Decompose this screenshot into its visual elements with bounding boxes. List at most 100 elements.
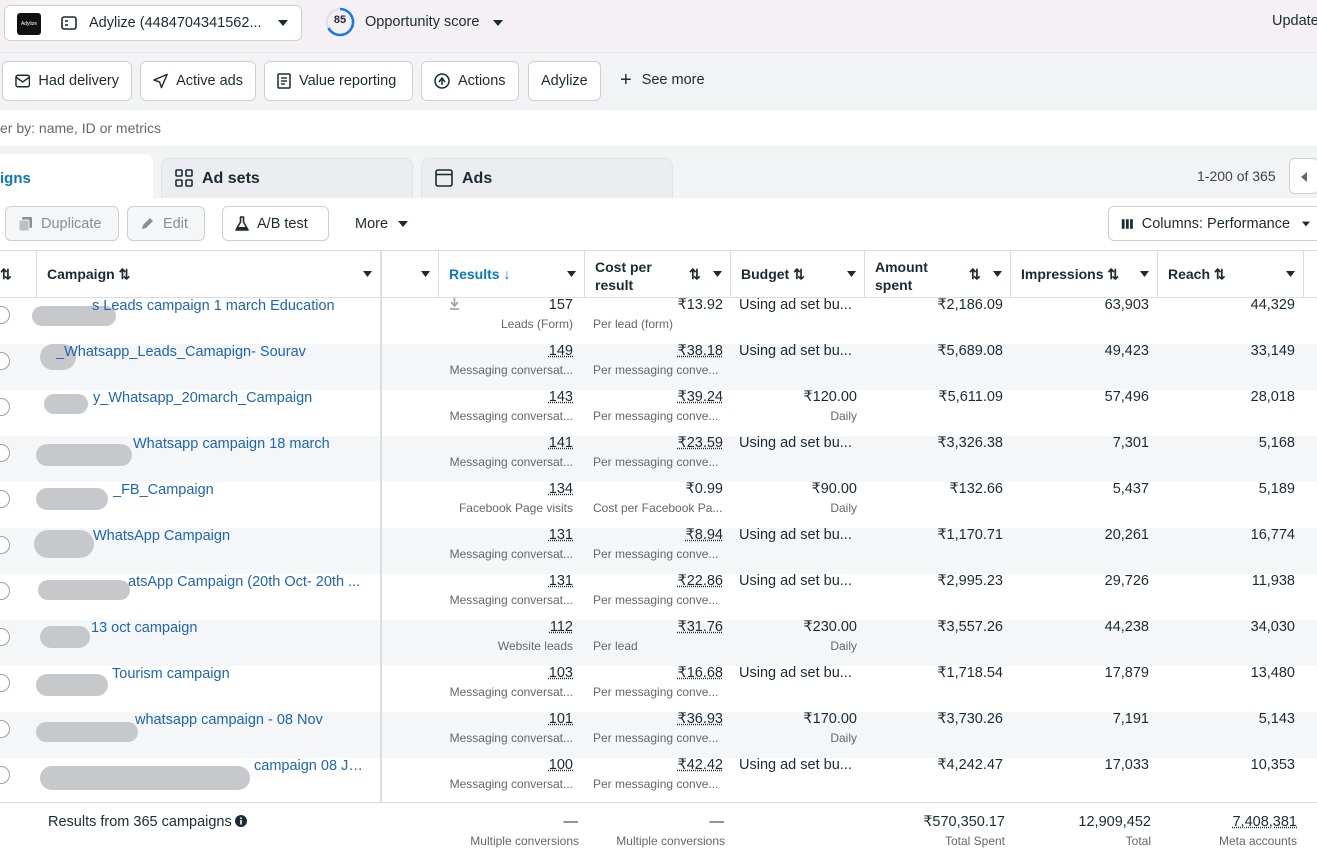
column-header-campaign[interactable]: Campaign ⇅ (36, 251, 380, 298)
cost-per-result-value[interactable]: ₹38.18 (677, 343, 723, 359)
results-value[interactable]: 141 (549, 435, 573, 451)
tab-ads-label: Ads (462, 170, 493, 187)
campaign-name-link[interactable]: s Leads campaign 1 march Education (92, 298, 368, 314)
campaign-name-link[interactable]: atsApp Campaign (20th Oct- 20th ... (128, 574, 368, 590)
cost-per-result-value[interactable]: ₹23.59 (677, 435, 723, 451)
table-row[interactable]: 13 oct campaign 112 Website leads ₹31.76 Per… (0, 619, 1317, 666)
table-row[interactable]: Tourism campaign 103 Messaging conversat..… (0, 665, 1317, 712)
account-selector[interactable]: Adylize Adylize (4484704341562... (4, 5, 302, 41)
results-value[interactable]: 112 (550, 619, 573, 635)
row-select-radio[interactable] (0, 444, 10, 462)
tab-campaigns[interactable]: igns (0, 154, 153, 199)
table-row[interactable]: WhatsApp Campaign 131 Messaging conversat.… (0, 527, 1317, 574)
row-select-radio[interactable] (0, 490, 10, 508)
campaign-name-link[interactable]: _FB_Campaign (113, 482, 368, 498)
tab-ad-sets[interactable]: Ad sets (161, 158, 413, 198)
campaign-name-link[interactable]: 13 oct campaign (91, 620, 368, 636)
column-header-results[interactable]: Results ↓ (438, 251, 584, 298)
row-select-radio[interactable] (0, 536, 10, 554)
chevron-down-icon[interactable] (1286, 271, 1295, 278)
column-header-next[interactable] (1303, 251, 1317, 298)
cost-per-result-value[interactable]: ₹8.94 (686, 527, 723, 543)
chip-had-delivery[interactable]: Had delivery (2, 61, 132, 101)
row-select-radio[interactable] (0, 398, 10, 416)
results-value[interactable]: 131 (549, 527, 573, 543)
cost-per-result-value[interactable]: ₹16.68 (677, 665, 723, 681)
table-row[interactable]: y_Whatsapp_20march_Campaign 143 Messaging … (0, 389, 1317, 436)
row-select-radio[interactable] (0, 720, 10, 738)
row-select-radio[interactable] (0, 674, 10, 692)
results-value[interactable]: 103 (549, 665, 573, 681)
table-row[interactable]: Whatsapp campaign 18 march 141 Messaging c… (0, 435, 1317, 482)
column-header-delivery[interactable] (382, 251, 438, 298)
cost-per-result-value[interactable]: ₹31.76 (677, 619, 723, 635)
results-value[interactable]: 149 (549, 343, 573, 359)
budget-type: Daily (830, 731, 857, 745)
campaign-name-link[interactable]: WhatsApp Campaign (93, 528, 368, 544)
duplicate-button[interactable]: Duplicate (5, 206, 119, 241)
search-input-placeholder[interactable]: er by: name, ID or metrics (0, 120, 161, 136)
row-select-radio[interactable] (0, 582, 10, 600)
chip-value-reporting[interactable]: Value reporting (264, 61, 413, 101)
campaign-name-link[interactable]: Whatsapp campaign 18 march (133, 436, 368, 452)
chevron-down-icon[interactable] (713, 271, 722, 278)
search-filter-bar[interactable]: er by: name, ID or metrics (0, 110, 1317, 146)
column-header-cost-per-result[interactable]: Cost per result ⇅ (584, 251, 730, 298)
table-row[interactable]: s Leads campaign 1 march Education 157 Lea… (0, 297, 1317, 344)
cost-per-result-value[interactable]: ₹22.86 (677, 573, 723, 589)
chevron-down-icon[interactable] (847, 271, 856, 278)
column-header-budget[interactable]: Budget ⇅ (730, 251, 864, 298)
chevron-down-icon[interactable] (993, 271, 1002, 278)
chevron-down-icon[interactable] (567, 271, 576, 278)
campaign-name-link[interactable]: Tourism campaign (112, 666, 368, 682)
results-value[interactable]: 143 (549, 389, 573, 405)
columns-selector[interactable]: Columns: Performance (1108, 206, 1317, 241)
chevron-down-icon[interactable] (421, 271, 430, 278)
row-select-radio[interactable] (0, 628, 10, 646)
edit-button[interactable]: Edit (127, 206, 205, 241)
table-row[interactable]: _Whatsapp_Leads_Camapign- Sourav 149 Messa… (0, 343, 1317, 390)
campaign-name-link[interactable]: campaign 08 Ju... (254, 758, 368, 774)
results-value[interactable]: 157 (549, 297, 573, 313)
table-row[interactable]: _FB_Campaign 134 Facebook Page visits ₹0.99… (0, 481, 1317, 528)
results-value[interactable]: 100 (549, 757, 573, 773)
row-select-radio[interactable] (0, 306, 10, 324)
results-value[interactable]: 131 (549, 573, 573, 589)
cost-per-result-value[interactable]: ₹42.42 (677, 757, 723, 773)
chevron-down-icon[interactable] (1140, 271, 1149, 278)
previous-page-button[interactable] (1289, 158, 1317, 194)
more-menu-button[interactable]: More (342, 206, 422, 241)
results-value[interactable]: 134 (549, 481, 573, 497)
update-button[interactable]: Update (1272, 13, 1317, 29)
summary-reach[interactable]: 7,408,381 (1232, 814, 1297, 830)
chevron-down-icon[interactable] (492, 16, 504, 32)
column-header-amount-spent[interactable]: Amount spent ⇅ (864, 251, 1010, 298)
campaign-name-link[interactable]: _Whatsapp_Leads_Camapign- Sourav (56, 344, 368, 360)
cost-per-result-type: Per lead (form) (593, 317, 674, 331)
cost-per-result-value[interactable]: ₹39.24 (677, 389, 723, 405)
info-icon[interactable] (235, 814, 247, 830)
column-header-reach[interactable]: Reach ⇅ (1157, 251, 1303, 298)
table-row[interactable]: atsApp Campaign (20th Oct- 20th ... 131 Me… (0, 573, 1317, 620)
chip-actions[interactable]: Actions (421, 61, 519, 101)
cost-per-result-value[interactable]: ₹0.99 (686, 481, 723, 497)
tab-ads[interactable]: Ads (421, 158, 673, 198)
cost-per-result-value[interactable]: ₹36.93 (677, 711, 723, 727)
cost-per-result-value[interactable]: ₹13.92 (677, 297, 723, 313)
chevron-down-icon[interactable] (363, 271, 372, 278)
opportunity-score-label[interactable]: Opportunity score (365, 14, 479, 30)
chip-adylize[interactable]: Adylize (528, 61, 601, 101)
ab-test-button[interactable]: A/B test (222, 206, 329, 241)
row-select-radio[interactable] (0, 766, 10, 784)
more-label: More (355, 215, 389, 232)
campaign-name-link[interactable]: y_Whatsapp_20march_Campaign (93, 390, 368, 406)
column-header-impressions[interactable]: Impressions ⇅ (1010, 251, 1157, 298)
results-value[interactable]: 101 (549, 711, 573, 727)
see-more-button[interactable]: + See more (620, 70, 705, 90)
table-row[interactable]: campaign 08 Ju... 100 Messaging conversat.… (0, 757, 1317, 804)
header-sort-cell[interactable]: ⇅ (0, 251, 36, 298)
campaign-name-link[interactable]: whatsapp campaign - 08 Nov (135, 712, 368, 728)
row-select-radio[interactable] (0, 352, 10, 370)
table-row[interactable]: whatsapp campaign - 08 Nov 101 Messaging c… (0, 711, 1317, 758)
chip-active-ads[interactable]: Active ads (140, 61, 256, 101)
